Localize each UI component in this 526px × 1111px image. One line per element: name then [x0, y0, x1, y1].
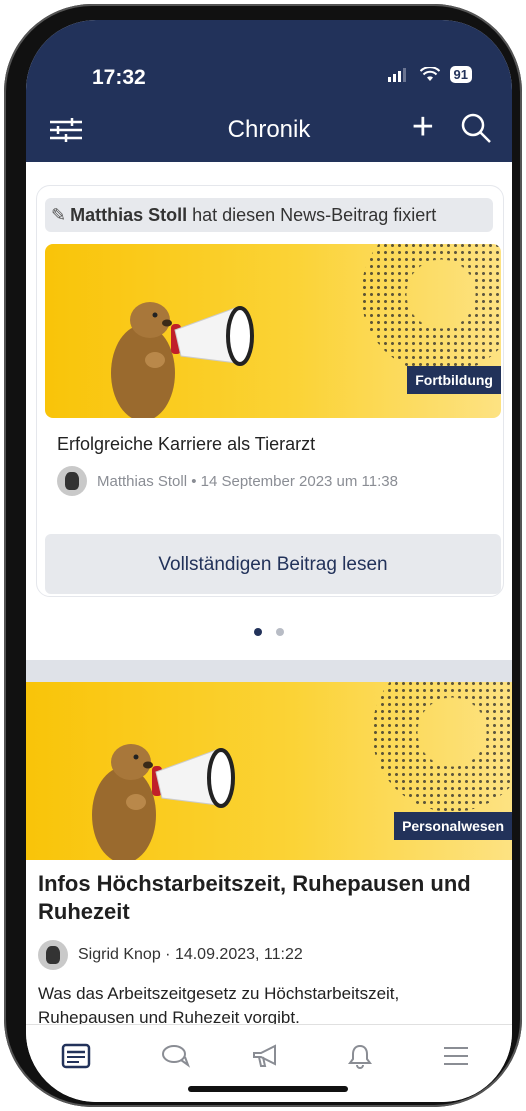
- page-title: Chronik: [227, 116, 311, 143]
- avatar[interactable]: [38, 940, 68, 970]
- read-full-post-button[interactable]: Vollständigen Beitrag lesen: [45, 534, 501, 594]
- tab-announcements[interactable]: [246, 1039, 286, 1073]
- signal-icon: [387, 67, 406, 82]
- add-post-button[interactable]: +: [412, 108, 434, 146]
- megaphone-icon: [253, 1044, 276, 1067]
- home-indicator[interactable]: [188, 1086, 348, 1092]
- article-excerpt[interactable]: Was das Arbeitszeitgesetz zu Höchstarbei…: [38, 982, 498, 1024]
- category-tag[interactable]: Personalwesen: [394, 812, 512, 840]
- phone-screen: 17:32 91 Chronik + ✎ Matthias Stoll hat …: [26, 20, 512, 1102]
- phone-frame: 17:32 91 Chronik + ✎ Matthias Stoll hat …: [4, 4, 522, 1107]
- article-meta: Matthias Stoll • 14 September 2023 um 11…: [57, 466, 398, 496]
- halftone-dots-graphic: [372, 682, 512, 812]
- author-date: Matthias Stoll • 14 September 2023 um 11…: [97, 472, 398, 490]
- post-image[interactable]: Personalwesen: [26, 682, 512, 860]
- tab-menu[interactable]: [436, 1039, 476, 1073]
- article-title[interactable]: Infos Höchstarbeitszeit, Ruhepausen und …: [38, 870, 478, 926]
- chat-icon: [162, 1045, 191, 1068]
- tab-news[interactable]: [56, 1039, 96, 1073]
- article-meta: Sigrid Knop · 14.09.2023, 11:22: [38, 940, 303, 970]
- author-date: Sigrid Knop · 14.09.2023, 11:22: [78, 946, 303, 963]
- pager-dot[interactable]: [276, 628, 284, 636]
- carousel-pager[interactable]: [26, 628, 512, 636]
- top-nav-bar: Chronik +: [26, 100, 512, 162]
- news-icon: [61, 1043, 91, 1069]
- pinned-banner: ✎ Matthias Stoll hat diesen News-Beitrag …: [45, 198, 493, 232]
- status-bar: 17:32 91: [26, 20, 512, 100]
- avatar[interactable]: [57, 466, 87, 496]
- pager-dot-active[interactable]: [254, 628, 262, 636]
- status-icons: 91: [387, 66, 472, 83]
- section-divider: [26, 660, 512, 682]
- pinned-by-name: Matthias Stoll: [70, 205, 188, 225]
- timeline-feed[interactable]: ✎ Matthias Stoll hat diesen News-Beitrag …: [26, 162, 512, 1024]
- pinned-news-card[interactable]: ✎ Matthias Stoll hat diesen News-Beitrag …: [36, 185, 504, 597]
- status-time: 17:32: [92, 66, 146, 89]
- marmot-megaphone-illustration: [111, 302, 254, 418]
- pin-icon: ✎: [51, 205, 67, 225]
- wifi-icon: [419, 67, 440, 81]
- article-title[interactable]: Erfolgreiche Karriere als Tierarzt: [57, 434, 315, 455]
- pinned-post-image[interactable]: Fortbildung: [45, 244, 501, 418]
- halftone-dots-graphic: [361, 244, 501, 374]
- pinned-banner-text: hat diesen News-Beitrag fixiert: [187, 205, 437, 225]
- tab-chat[interactable]: [156, 1039, 196, 1073]
- bell-icon: [348, 1044, 372, 1069]
- marmot-megaphone-illustration: [92, 744, 235, 860]
- tab-notifications[interactable]: [340, 1039, 380, 1073]
- battery-indicator: 91: [449, 66, 472, 83]
- search-icon[interactable]: [460, 112, 492, 144]
- category-tag[interactable]: Fortbildung: [407, 366, 501, 394]
- menu-icon: [444, 1047, 468, 1065]
